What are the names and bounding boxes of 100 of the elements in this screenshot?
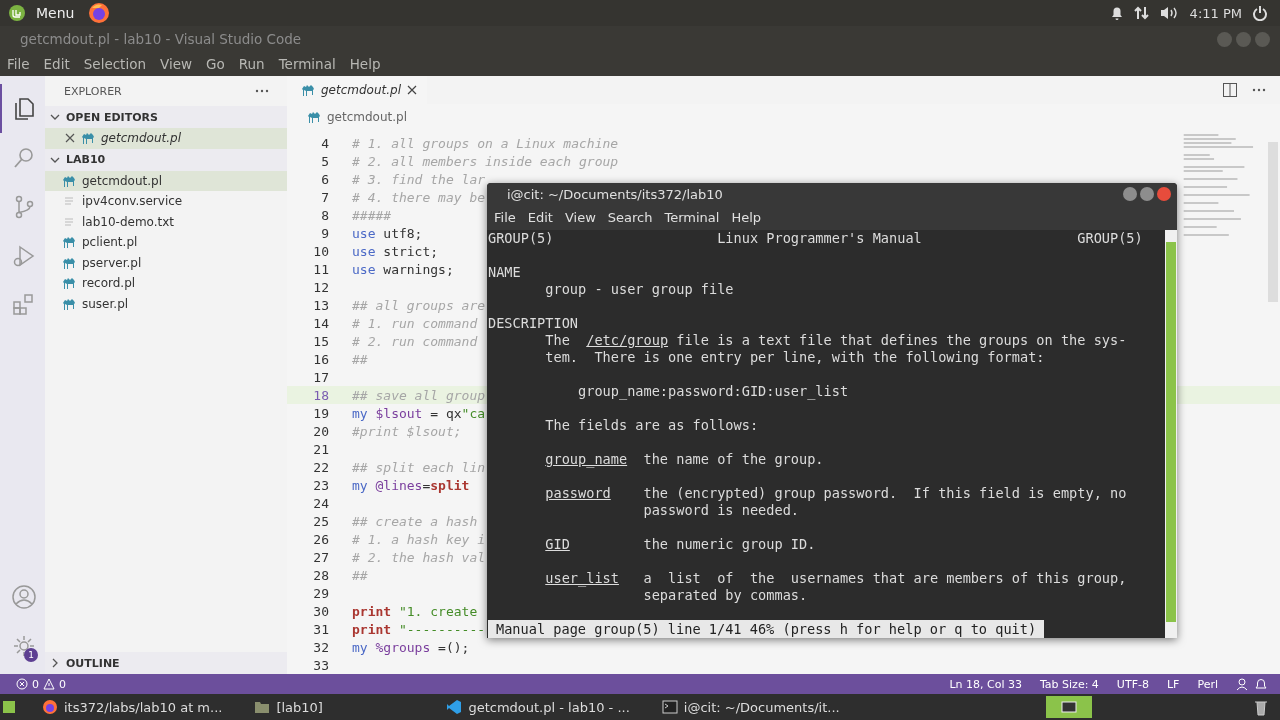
line-number: 10	[312, 243, 329, 259]
line-number: 12	[312, 279, 329, 295]
status-item[interactable]: UTF-8	[1116, 677, 1149, 691]
taskbar-item[interactable]: its372/labs/lab10 at m...	[36, 695, 229, 719]
status-item[interactable]: Perl	[1197, 677, 1218, 691]
warning-count[interactable]: 0	[59, 677, 66, 691]
man-page-line: The fields are as follows:	[544, 417, 760, 434]
line-number: 26	[312, 531, 329, 547]
sidebar-file[interactable]: pserver.pl	[45, 252, 287, 273]
line-number: 22	[312, 459, 329, 475]
line-number: 15	[312, 333, 329, 349]
menu-item[interactable]: File	[494, 210, 516, 225]
error-icon[interactable]	[16, 678, 28, 690]
taskbar-item[interactable]: [lab10]	[248, 695, 421, 719]
line-number: 31	[312, 621, 329, 637]
man-page-line: password the (encrypted) group password. If this field is empty, no	[544, 485, 1128, 502]
sidebar-file[interactable]: getcmdout.pl	[45, 128, 287, 149]
line-number: 6	[320, 171, 329, 187]
menu-item[interactable]: Go	[206, 56, 225, 72]
more-actions-icon[interactable]	[255, 89, 269, 93]
split-editor-icon[interactable]	[1222, 82, 1238, 98]
section-header[interactable]: OUTLINE	[45, 652, 287, 674]
trash-icon[interactable]	[1252, 698, 1270, 716]
menu-item[interactable]: View	[564, 210, 596, 225]
power-icon[interactable]	[1252, 5, 1268, 21]
sidebar-file[interactable]: getcmdout.pl	[45, 170, 287, 191]
breadcrumb[interactable]: getcmdout.pl	[327, 110, 408, 124]
clock[interactable]: 4:11 PM	[1189, 5, 1242, 21]
menu-item[interactable]: File	[7, 56, 30, 72]
notification-badge: 1	[24, 648, 38, 662]
code-line: # 2. run command	[352, 333, 478, 349]
line-number: 33	[312, 657, 329, 673]
feedback-icon[interactable]	[1236, 677, 1250, 691]
menu-item[interactable]: Edit	[527, 210, 553, 225]
sidebar-file[interactable]: lab10-demo.txt	[45, 211, 287, 232]
menu-item[interactable]: Run	[238, 56, 265, 72]
man-page-line: group_name the name of the group.	[544, 451, 825, 468]
scrollbar[interactable]	[1268, 142, 1278, 302]
code-line: my @lines=split	[352, 477, 470, 493]
code-line: use strict;	[352, 243, 439, 259]
line-number: 32	[312, 639, 329, 655]
code-line: ## create a hash	[352, 513, 478, 529]
code-editor-icon	[446, 699, 463, 715]
menu-item[interactable]: Help	[731, 210, 762, 225]
close-icon[interactable]	[407, 85, 418, 95]
man-page-line: password is needed.	[642, 502, 800, 519]
status-item[interactable]: Ln 18, Col 33	[949, 677, 1022, 691]
menu-item[interactable]: Terminal	[278, 56, 336, 72]
man-page-line: separated by commas.	[642, 587, 809, 604]
chevron-icon	[50, 112, 60, 122]
show-desktop-icon[interactable]	[2, 699, 16, 715]
close-button[interactable]	[1157, 187, 1171, 201]
more-actions-icon[interactable]	[1252, 88, 1266, 92]
line-number: 8	[320, 207, 329, 223]
terminal-icon	[661, 700, 678, 714]
camel-icon	[81, 132, 95, 145]
line-number: 13	[312, 297, 329, 313]
browser-icon[interactable]	[88, 2, 111, 24]
status-item[interactable]: Tab Size: 4	[1039, 677, 1099, 691]
desktop-icon	[1061, 701, 1077, 713]
man-page-line: GROUP(5) Linux Programmer's Manual GROUP(5)	[488, 230, 1144, 247]
taskbar-item[interactable]: getcmdout.pl - lab10 - ...	[440, 695, 636, 719]
menu-item[interactable]: Terminal	[664, 210, 720, 225]
volume-icon[interactable]	[1159, 5, 1180, 21]
chevron-icon	[50, 658, 60, 668]
menu-item[interactable]: Search	[607, 210, 653, 225]
bell-icon[interactable]	[1254, 677, 1268, 691]
error-count[interactable]: 0	[32, 677, 39, 691]
network-arrows-icon[interactable]	[1133, 5, 1150, 21]
line-number: 30	[312, 603, 329, 619]
sidebar-file[interactable]: suser.pl	[45, 293, 287, 314]
window-title: getcmdout.pl - lab10 - Visual Studio Code	[20, 31, 302, 47]
code-line: ##	[352, 567, 368, 583]
menu-item[interactable]: Selection	[83, 56, 146, 72]
code-line: #print $lsout;	[352, 423, 462, 439]
sidebar-file[interactable]: record.pl	[45, 273, 287, 294]
menu-label[interactable]: Menu	[36, 5, 75, 21]
sidebar-file[interactable]: pclient.pl	[45, 232, 287, 253]
terminal-window[interactable]	[487, 183, 1177, 638]
minimize-button[interactable]	[1123, 187, 1137, 201]
camel-icon	[301, 84, 315, 96]
menu-item[interactable]: Edit	[43, 56, 70, 72]
scrollbar[interactable]	[1166, 242, 1176, 622]
menu-item[interactable]: View	[159, 56, 192, 72]
status-item[interactable]: LF	[1166, 677, 1180, 691]
maximize-button[interactable]	[1140, 187, 1154, 201]
folder-icon	[254, 700, 271, 714]
menu-item[interactable]: Help	[349, 56, 381, 72]
sidebar-file[interactable]: ipv4conv.service	[45, 191, 287, 212]
section-header[interactable]: OPEN EDITORS	[45, 106, 287, 128]
line-number: 19	[312, 405, 329, 421]
workspace-switcher[interactable]	[1046, 696, 1092, 718]
taskbar-item[interactable]: i@cit: ~/Documents/it...	[655, 695, 846, 719]
mint-logo-icon[interactable]	[8, 4, 26, 22]
bell-icon[interactable]	[1109, 5, 1124, 21]
line-number: 7	[320, 189, 329, 205]
close-icon[interactable]	[65, 133, 75, 144]
section-header[interactable]: LAB10	[45, 148, 287, 171]
line-number: 21	[312, 441, 329, 457]
warning-icon[interactable]	[43, 678, 55, 690]
